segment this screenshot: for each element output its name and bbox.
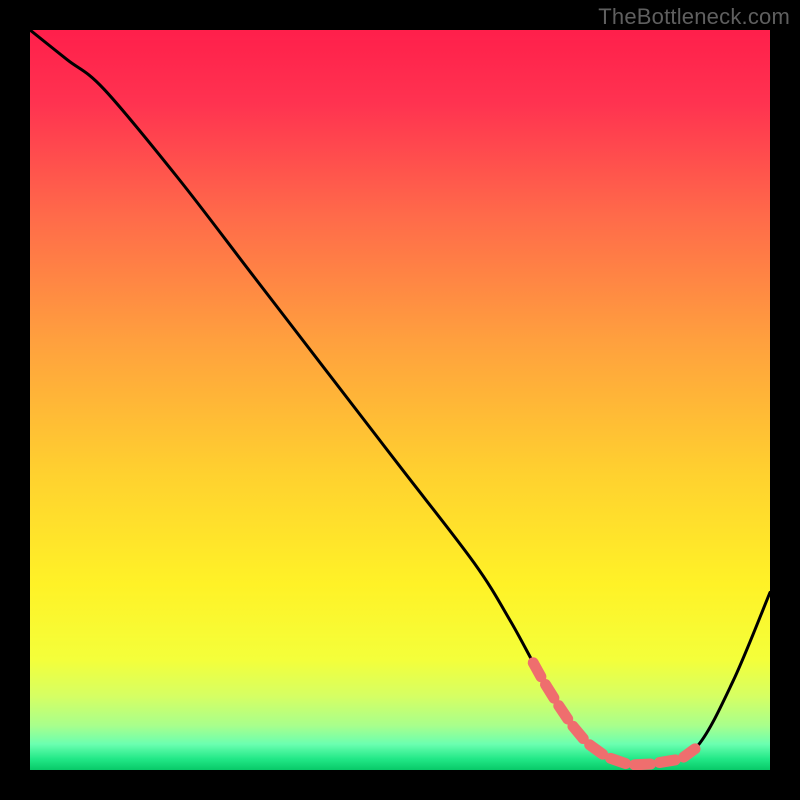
highlight-dash — [611, 758, 626, 763]
highlight-dash — [533, 663, 541, 677]
highlight-dash — [684, 749, 695, 757]
highlight-dash — [546, 685, 554, 699]
bottleneck-plot — [30, 30, 770, 770]
gradient-background — [30, 30, 770, 770]
chart-frame: TheBottleneck.com — [0, 0, 800, 800]
highlight-dash — [635, 764, 651, 765]
highlight-dash — [590, 745, 603, 754]
plot-svg — [30, 30, 770, 770]
highlight-dash — [559, 706, 568, 719]
watermark-text: TheBottleneck.com — [598, 4, 790, 30]
highlight-dash — [659, 760, 675, 763]
